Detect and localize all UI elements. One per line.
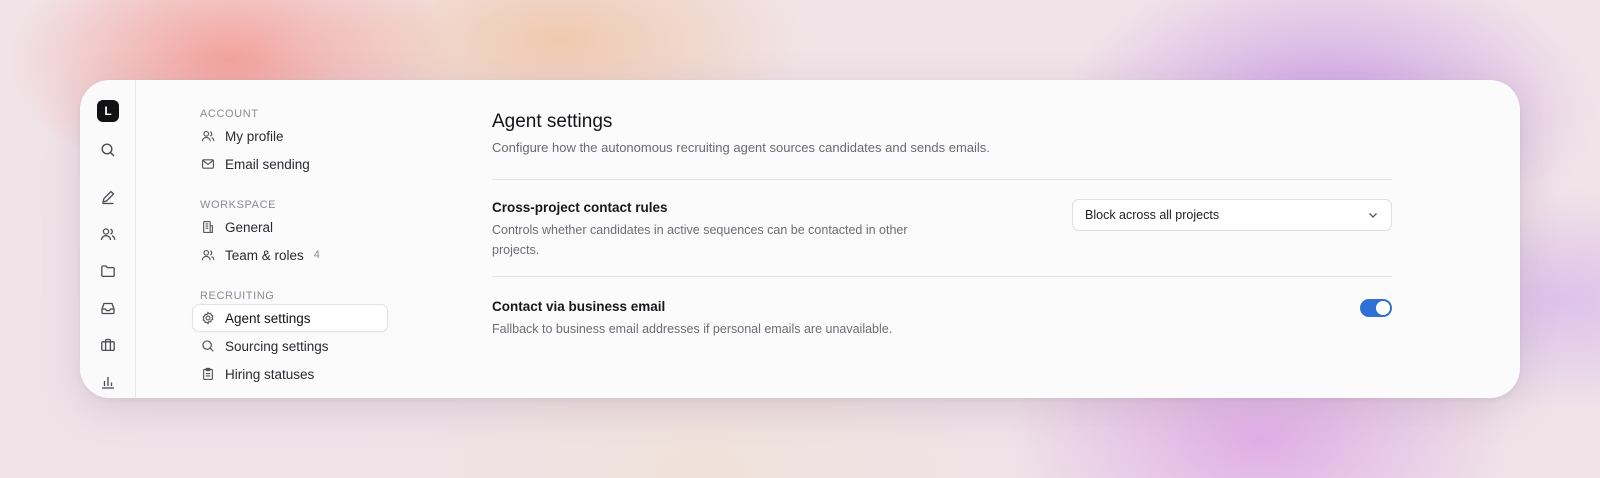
nav-item-label: My profile <box>225 128 284 144</box>
toggle-knob <box>1376 301 1390 315</box>
nav-item-label: Team & roles <box>225 247 304 263</box>
nav-item-label: General <box>225 219 274 235</box>
user-icon <box>201 130 215 142</box>
page-title: Agent settings <box>492 111 613 132</box>
building-icon <box>203 221 213 233</box>
workspace-logo-letter: L <box>104 104 112 118</box>
page-subtitle: Configure how the autonomous recruiting … <box>492 140 990 155</box>
bar-chart-icon[interactable] <box>94 368 122 396</box>
nav-item-team-roles[interactable]: Team & roles 4 <box>192 241 388 269</box>
nav-section-account: ACCOUNT <box>200 108 259 120</box>
nav-item-label: Email sending <box>225 156 310 172</box>
inbox-icon[interactable] <box>94 294 122 322</box>
nav-section-workspace: WORKSPACE <box>200 199 277 211</box>
search-icon <box>202 340 214 352</box>
contact-rules-title: Cross-project contact rules <box>492 200 668 215</box>
mail-icon <box>202 159 214 169</box>
pencil-icon[interactable] <box>94 183 122 211</box>
contact-rules-selected-value: Block across all projects <box>1085 208 1220 222</box>
settings-nav: ACCOUNT My profile Email sending WORKSPA… <box>136 80 406 398</box>
contact-rules-description: Controls whether candidates in active se… <box>492 223 908 257</box>
team-count-badge: 4 <box>313 249 320 261</box>
workspace-logo[interactable]: L <box>97 100 119 122</box>
business-email-title: Contact via business email <box>492 299 666 314</box>
clipboard-icon <box>203 367 213 380</box>
users-icon <box>201 249 215 261</box>
gear-icon <box>202 311 214 325</box>
nav-item-label: Hiring statuses <box>225 366 315 382</box>
chevron-down-icon <box>1369 213 1377 218</box>
briefcase-icon[interactable] <box>94 331 122 359</box>
search-icon[interactable] <box>94 136 122 164</box>
nav-item-label: Sourcing settings <box>225 338 329 354</box>
business-email-toggle[interactable] <box>1360 299 1392 317</box>
business-email-description: Fallback to business email addresses if … <box>492 322 893 336</box>
nav-item-sourcing-settings[interactable]: Sourcing settings <box>192 332 388 360</box>
app-window: L ACCOUNT My profile Email sending WORKS… <box>80 80 1520 398</box>
nav-item-email-sending[interactable]: Email sending <box>192 150 388 178</box>
nav-item-agent-settings[interactable]: Agent settings <box>192 304 388 332</box>
contact-rules-select[interactable]: Block across all projects <box>1072 199 1392 231</box>
nav-item-hiring-statuses[interactable]: Hiring statuses <box>192 360 388 388</box>
icon-rail: L <box>80 80 136 398</box>
nav-item-label: Agent settings <box>225 310 311 326</box>
nav-item-general[interactable]: General <box>192 213 388 241</box>
section-divider <box>492 276 1392 277</box>
nav-section-recruiting: RECRUITING <box>200 290 275 302</box>
folder-icon[interactable] <box>94 257 122 285</box>
nav-item-my-profile[interactable]: My profile <box>192 122 388 150</box>
section-divider <box>492 179 1392 180</box>
users-icon[interactable] <box>94 220 122 248</box>
